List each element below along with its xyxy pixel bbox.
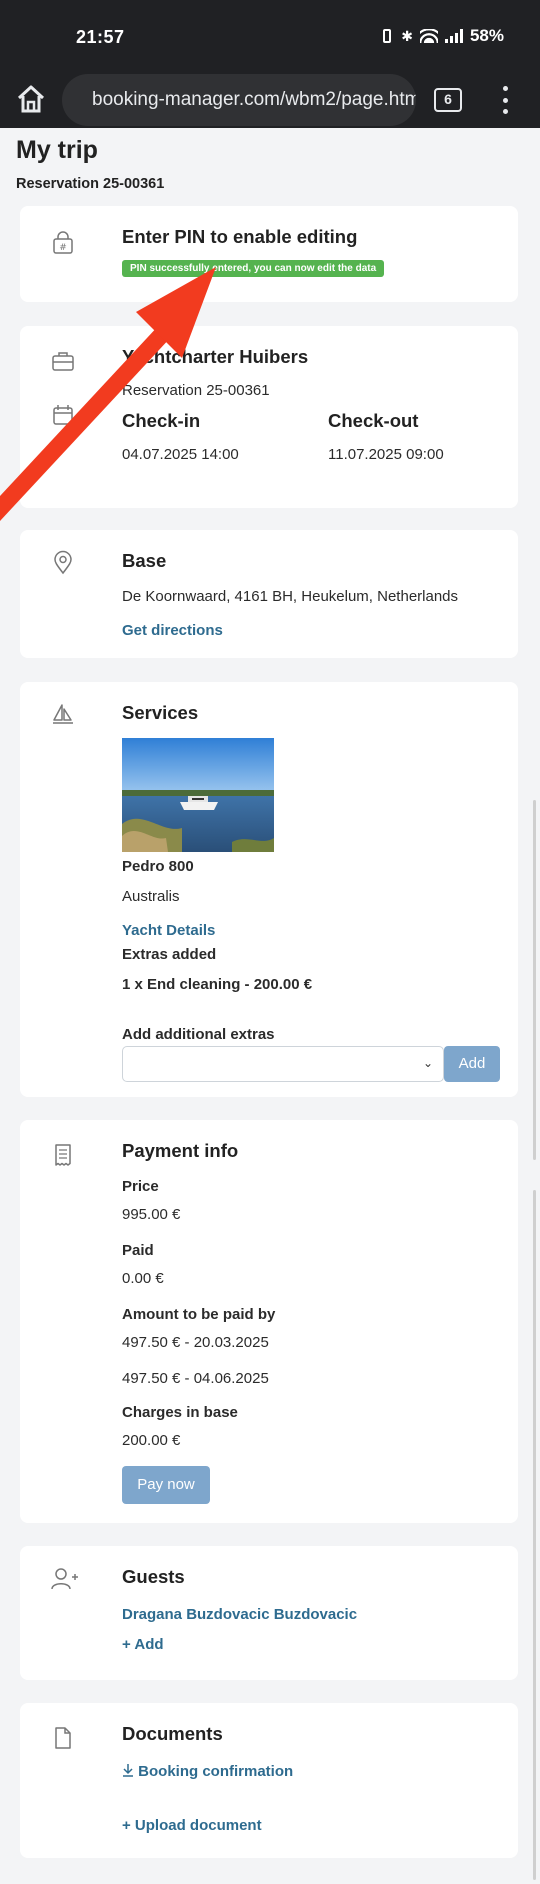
svg-text:#: # [59, 243, 67, 253]
charter-reservation: Reservation 25-00361 [122, 382, 270, 399]
charges-label: Charges in base [122, 1404, 238, 1421]
payment-card: Payment info Price 995.00 € Paid 0.00 € … [20, 1120, 518, 1523]
base-address: De Koornwaard, 4161 BH, Heukelum, Nether… [122, 588, 459, 605]
reservation-number: Reservation 25-00361 [16, 176, 165, 192]
bluetooth-icon: ✱ [401, 27, 413, 44]
documents-title: Documents [122, 1723, 223, 1744]
payment-title: Payment info [122, 1140, 239, 1161]
system-icons: ✱ 58% [380, 26, 504, 46]
chevron-down-icon: ⌄ [422, 1056, 433, 1070]
price-label: Price [122, 1178, 159, 1195]
add-guest-link[interactable]: + Add [122, 1636, 164, 1653]
paid-value: 0.00 € [122, 1270, 164, 1287]
briefcase-icon [52, 352, 74, 371]
add-user-icon [51, 1568, 78, 1590]
yacht-details-link[interactable]: Yacht Details [122, 922, 215, 939]
services-card: Services Pedro 800 Australis Yacht Detai… [20, 682, 518, 1097]
document-icon [55, 1727, 71, 1749]
extras-added-label: Extras added [122, 946, 217, 963]
booking-confirmation-label: Booking confirmation [138, 1763, 294, 1780]
yacht-photo [122, 738, 274, 852]
scrollbar-lower[interactable] [533, 1190, 536, 1880]
add-extra-button[interactable]: Add [444, 1046, 500, 1082]
pay-now-button[interactable]: Pay now [122, 1466, 210, 1504]
charter-card: Yachtcharter Huibers Reservation 25-0036… [20, 326, 518, 508]
base-title: Base [122, 550, 167, 571]
tab-switcher-button[interactable]: 6 [434, 88, 462, 112]
browser-toolbar: booking-manager.com/wbm2/page.htm 6 [0, 72, 540, 128]
base-card: Base De Koornwaard, 4161 BH, Heukelum, N… [20, 530, 518, 658]
charges-value: 200.00 € [122, 1432, 181, 1449]
checkin-value: 04.07.2025 14:00 [122, 446, 239, 463]
guests-card: Guests Dragana Buzdovacic Buzdovacic + A… [20, 1546, 518, 1680]
yacht-country: Australis [122, 888, 180, 905]
yacht-name: Pedro 800 [122, 858, 194, 875]
address-bar[interactable]: booking-manager.com/wbm2/page.htm [62, 74, 416, 126]
guest-name-link[interactable]: Dragana Buzdovacic Buzdovacic [122, 1606, 357, 1623]
vibrate-icon [383, 29, 392, 43]
extras-item: 1 x End cleaning - 200.00 € [122, 976, 313, 993]
pin-card: # Enter PIN to enable editing PIN succes… [20, 206, 518, 302]
url-text: booking-manager.com/wbm2/page.htm [92, 89, 416, 110]
clock: 21:57 [76, 27, 125, 47]
download-icon [123, 1764, 133, 1777]
amount-due-1: 497.50 € - 20.03.2025 [122, 1334, 269, 1351]
pin-card-title: Enter PIN to enable editing [122, 226, 358, 247]
battery-level: 58% [469, 26, 504, 45]
receipt-icon [55, 1144, 71, 1166]
services-title: Services [122, 702, 199, 723]
home-icon[interactable] [14, 82, 48, 116]
paid-label: Paid [122, 1242, 154, 1259]
checkin-label: Check-in [122, 410, 201, 431]
sailboat-icon [53, 704, 73, 724]
scrollbar[interactable] [533, 800, 536, 1160]
lock-keypad-icon: # [53, 231, 73, 254]
get-directions-link[interactable]: Get directions [122, 622, 223, 639]
charter-company: Yachtcharter Huibers [122, 346, 309, 367]
signal-icon [444, 29, 463, 43]
amount-due-2: 497.50 € - 04.06.2025 [122, 1370, 269, 1387]
price-value: 995.00 € [122, 1206, 181, 1223]
guests-title: Guests [122, 1566, 185, 1587]
checkout-value: 11.07.2025 09:00 [328, 446, 444, 463]
status-bar: 21:57 ✱ 58% [0, 0, 540, 72]
overflow-menu-icon[interactable] [502, 86, 508, 114]
booking-confirmation-link[interactable]: Booking confirmation [122, 1763, 293, 1780]
add-extras-label: Add additional extras [122, 1026, 275, 1043]
wifi-icon [419, 29, 438, 43]
upload-document-link[interactable]: + Upload document [122, 1817, 262, 1834]
extras-select[interactable]: ⌄ [122, 1046, 444, 1082]
amount-due-label: Amount to be paid by [122, 1306, 276, 1323]
documents-card: Documents Booking confirmation + Upload … [20, 1703, 518, 1858]
calendar-icon [53, 405, 73, 425]
checkout-label: Check-out [328, 410, 419, 431]
location-pin-icon [54, 550, 72, 575]
page-title: My trip [16, 136, 98, 164]
pin-success-badge: PIN successfully entered, you can now ed… [122, 260, 385, 277]
